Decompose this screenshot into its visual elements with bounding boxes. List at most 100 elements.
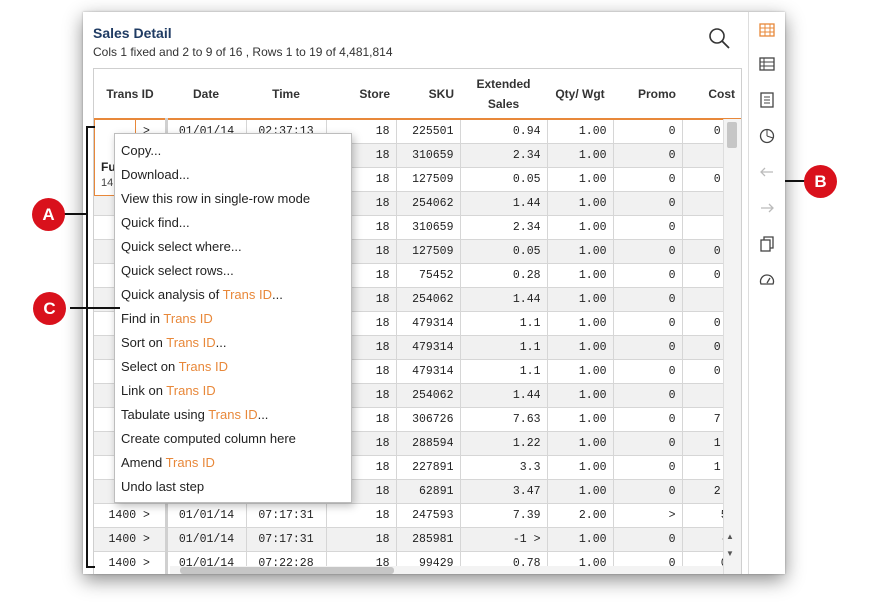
- table-cell[interactable]: 1.00: [547, 383, 614, 408]
- back-arrow-icon[interactable]: [759, 164, 775, 180]
- table-cell[interactable]: 1.00: [547, 311, 614, 336]
- table-cell[interactable]: 1.00: [547, 335, 614, 360]
- table-cell[interactable]: 0: [613, 143, 683, 168]
- report-icon[interactable]: [759, 92, 775, 108]
- scroll-down-arrow-icon[interactable]: ▼: [726, 549, 734, 558]
- table-cell[interactable]: 1.00: [547, 167, 614, 192]
- table-cell[interactable]: 0: [613, 455, 683, 480]
- table-cell[interactable]: 225501: [396, 119, 461, 144]
- menu-item-find-in[interactable]: Find in Trans ID: [121, 311, 213, 326]
- copy-icon[interactable]: [759, 236, 775, 252]
- column-header[interactable]: Promo: [613, 69, 682, 120]
- table-cell[interactable]: 18: [326, 527, 397, 552]
- column-header[interactable]: Store: [326, 69, 396, 120]
- table-cell[interactable]: 0: [613, 527, 683, 552]
- table-cell[interactable]: 0: [613, 167, 683, 192]
- table-cell[interactable]: 07:17:31: [246, 527, 327, 552]
- table-cell[interactable]: 479314: [396, 359, 461, 384]
- table-cell[interactable]: 0: [613, 359, 683, 384]
- table-cell[interactable]: 1.00: [547, 119, 614, 144]
- table-cell[interactable]: 1.44: [460, 383, 548, 408]
- table-cell[interactable]: 1.00: [547, 431, 614, 456]
- table-row[interactable]: 1400 >01/01/1407:17:31182475937.392.00>5…: [94, 503, 741, 528]
- table-cell[interactable]: 0: [613, 479, 683, 504]
- table-cell[interactable]: 0: [613, 239, 683, 264]
- table-cell[interactable]: 0: [613, 191, 683, 216]
- menu-item-download[interactable]: Download...: [121, 167, 190, 182]
- table-cell[interactable]: 1.00: [547, 239, 614, 264]
- forward-arrow-icon[interactable]: [759, 200, 775, 216]
- table-cell[interactable]: 1400 >: [94, 503, 168, 528]
- vertical-scroll-thumb[interactable]: [727, 122, 737, 148]
- table-cell[interactable]: 0: [613, 287, 683, 312]
- menu-item-amend[interactable]: Amend Trans ID: [121, 455, 215, 470]
- table-cell[interactable]: 1.00: [547, 287, 614, 312]
- table-cell[interactable]: 3.47: [460, 479, 548, 504]
- menu-item-undo-last-step[interactable]: Undo last step: [121, 479, 204, 494]
- table-cell[interactable]: 3.3: [460, 455, 548, 480]
- table-cell[interactable]: 2.00: [547, 503, 614, 528]
- column-header[interactable]: Trans ID: [94, 69, 166, 120]
- table-cell[interactable]: 0.94: [460, 119, 548, 144]
- menu-item-quick-analysis[interactable]: Quick analysis of Trans ID...: [121, 287, 283, 302]
- scroll-up-arrow-icon[interactable]: ▲: [726, 532, 734, 541]
- column-header[interactable]: Cost: [682, 69, 741, 120]
- column-header[interactable]: Qty/ Wgt: [547, 69, 613, 120]
- details-icon[interactable]: [759, 56, 775, 72]
- table-cell[interactable]: 479314: [396, 335, 461, 360]
- table-cell[interactable]: 62891: [396, 479, 461, 504]
- table-cell[interactable]: 7.63: [460, 407, 548, 432]
- menu-item-sort-on[interactable]: Sort on Trans ID...: [121, 335, 227, 350]
- table-cell[interactable]: 1.00: [547, 527, 614, 552]
- table-cell[interactable]: 0.05: [460, 239, 548, 264]
- table-cell[interactable]: 1.1: [460, 359, 548, 384]
- table-cell[interactable]: 0: [613, 311, 683, 336]
- column-header[interactable]: Time: [246, 69, 326, 120]
- table-cell[interactable]: 1.22: [460, 431, 548, 456]
- table-cell[interactable]: 75452: [396, 263, 461, 288]
- table-cell[interactable]: 1.1: [460, 335, 548, 360]
- horizontal-scroll-thumb[interactable]: [180, 567, 394, 574]
- column-header[interactable]: Date: [166, 69, 246, 120]
- table-cell[interactable]: 1.00: [547, 215, 614, 240]
- menu-item-single-row-mode[interactable]: View this row in single-row mode: [121, 191, 310, 206]
- column-header[interactable]: Extended Sales: [460, 69, 547, 120]
- table-cell[interactable]: 288594: [396, 431, 461, 456]
- table-cell[interactable]: 1.00: [547, 143, 614, 168]
- table-cell[interactable]: 01/01/14: [166, 527, 247, 552]
- table-cell[interactable]: 227891: [396, 455, 461, 480]
- table-cell[interactable]: 254062: [396, 191, 461, 216]
- table-cell[interactable]: 306726: [396, 407, 461, 432]
- table-cell[interactable]: 1400 >: [94, 551, 168, 574]
- table-cell[interactable]: 1.00: [547, 263, 614, 288]
- table-cell[interactable]: 1.00: [547, 191, 614, 216]
- horizontal-scrollbar[interactable]: [170, 566, 723, 574]
- table-cell[interactable]: -1 >: [460, 527, 548, 552]
- table-cell[interactable]: 7.39: [460, 503, 548, 528]
- table-cell[interactable]: >: [613, 503, 683, 528]
- menu-item-select-on[interactable]: Select on Trans ID: [121, 359, 228, 374]
- table-cell[interactable]: 2.34: [460, 143, 548, 168]
- table-cell[interactable]: 1.44: [460, 287, 548, 312]
- table-cell[interactable]: 0: [613, 335, 683, 360]
- menu-item-create-computed-column[interactable]: Create computed column here: [121, 431, 296, 446]
- table-cell[interactable]: 0: [613, 407, 683, 432]
- menu-item-quick-find[interactable]: Quick find...: [121, 215, 190, 230]
- menu-item-tabulate-using[interactable]: Tabulate using Trans ID...: [121, 407, 268, 422]
- pie-chart-icon[interactable]: [759, 128, 775, 144]
- dashboard-icon[interactable]: [759, 272, 775, 288]
- menu-item-link-on[interactable]: Link on Trans ID: [121, 383, 216, 398]
- table-cell[interactable]: 254062: [396, 383, 461, 408]
- table-cell[interactable]: 1.00: [547, 407, 614, 432]
- table-cell[interactable]: 0: [613, 383, 683, 408]
- menu-item-quick-select-where[interactable]: Quick select where...: [121, 239, 242, 254]
- table-cell[interactable]: 0: [613, 215, 683, 240]
- table-row[interactable]: 1400 >01/01/1407:17:3118285981-1 >1.000-…: [94, 527, 741, 552]
- table-cell[interactable]: 0.05: [460, 167, 548, 192]
- table-cell[interactable]: 1400 >: [94, 527, 168, 552]
- table-cell[interactable]: 127509: [396, 239, 461, 264]
- table-cell[interactable]: 0.28: [460, 263, 548, 288]
- table-cell[interactable]: 01/01/14: [166, 503, 247, 528]
- table-cell[interactable]: 18: [326, 503, 397, 528]
- table-cell[interactable]: 310659: [396, 143, 461, 168]
